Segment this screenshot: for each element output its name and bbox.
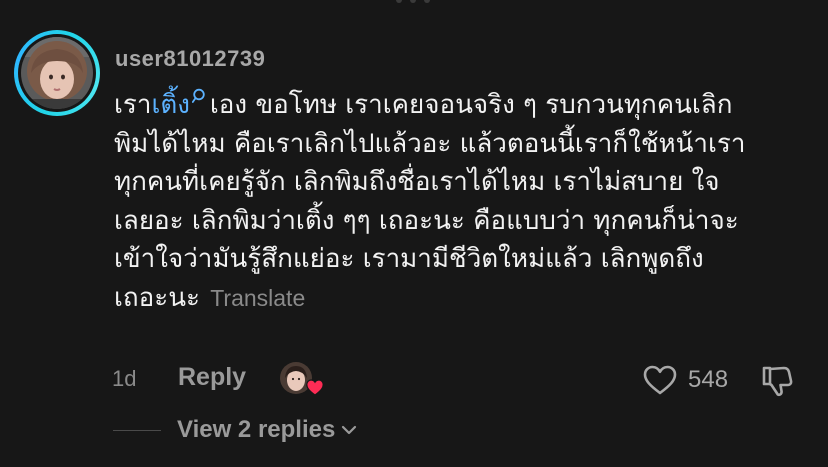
heart-outline-icon[interactable]	[642, 364, 678, 396]
user-avatar-story-ring[interactable]	[14, 30, 100, 116]
replies-divider	[113, 429, 161, 431]
mention-link[interactable]: เติ้ง	[151, 90, 189, 120]
like-count: 548	[688, 366, 729, 393]
comment-timestamp: 1d	[112, 366, 137, 391]
translate-button[interactable]: Translate	[210, 285, 305, 311]
comment-line: ทุกคนที่เคยรู้จัก เลิกพิมถึงชื่อเราได้ไห…	[114, 167, 720, 197]
view-replies-row: View 2 replies	[113, 412, 357, 448]
comment-line: เราเติ้ง เอง ขอโทษ เราเคยจอนจริง ๆ รบกวนท…	[114, 86, 814, 125]
indicator-dot	[396, 0, 402, 3]
creator-liked-indicator	[280, 362, 324, 398]
indicator-dot	[410, 0, 416, 3]
view-replies-label: View 2 replies	[177, 416, 336, 443]
comment-username[interactable]: user81012739	[115, 46, 265, 72]
comment-text-segment: เอง ขอโทษ เราเคยจอนจริง ๆ รบกวนทุกคนเลิก	[209, 90, 733, 120]
heart-filled-icon	[306, 379, 324, 396]
like-button-group[interactable]: 548	[642, 362, 728, 398]
search-icon[interactable]	[191, 88, 208, 104]
view-replies-button[interactable]: View 2 replies	[177, 416, 357, 444]
avatar-gap	[18, 34, 96, 112]
thumbs-down-icon[interactable]	[760, 364, 794, 398]
comment-text-segment: เถอะนะ	[114, 282, 200, 313]
avatar[interactable]	[21, 37, 93, 109]
reply-button[interactable]: Reply	[178, 363, 246, 392]
comment-text: เราเติ้ง เอง ขอโทษ เราเคยจอนจริง ๆ รบกวนท…	[114, 86, 814, 317]
chevron-down-icon	[342, 425, 357, 435]
top-page-indicator	[396, 0, 430, 3]
comment-actions-row: 1d Reply 548	[112, 362, 812, 398]
comment-line: พิมได้ไหม คือเราเลิกไปแล้วอะ แล้วตอนนี้เ…	[114, 128, 746, 159]
comment-line: เข้าใจว่ามันรู้สึกแย่อะ เรามามีชีวิตใหม่…	[114, 244, 704, 274]
avatar-image	[21, 37, 93, 109]
comment-line-last: เถอะนะ Translate	[114, 279, 814, 318]
comment-text-segment: เรา	[114, 90, 152, 120]
indicator-dot	[424, 0, 430, 3]
comment-line: เลยอะ เลิกพิมว่าเติ้ง ๆๆ เถอะนะ คือแบบว่…	[114, 205, 739, 236]
